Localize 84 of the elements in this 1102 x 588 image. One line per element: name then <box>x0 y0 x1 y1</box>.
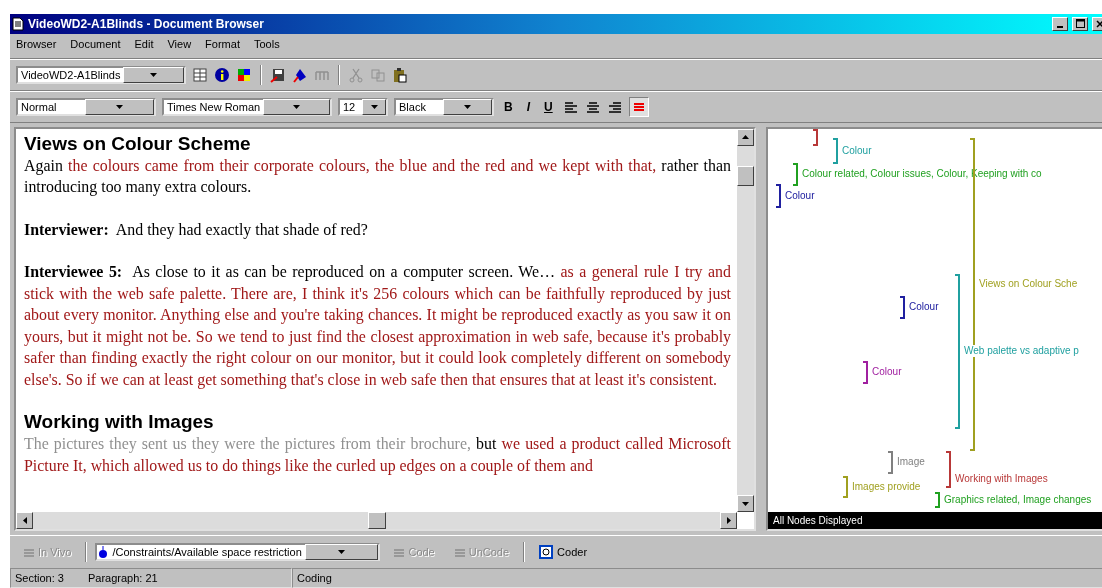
section-heading: Views on Colour Scheme <box>24 132 252 155</box>
stripe-label: Views on Colour Sche <box>979 277 1078 290</box>
paragraph: Interviewer: And they had exactly that shade of red? <box>24 219 369 241</box>
columns-icon[interactable] <box>192 66 208 83</box>
window-title: VideoWD2-A1Blinds - Document Browser <box>28 16 265 31</box>
paragraph: The pictures they sent us they were the pictures from their brochure, but we used a product called Microsoft Picture It, which allowed us to do things like the curled up edges on a couple of them and <box>24 434 731 477</box>
section-heading: Working with Images <box>24 411 215 434</box>
node-icon <box>97 545 110 560</box>
scroll-left-button[interactable] <box>16 512 33 530</box>
menu-item[interactable]: Browser <box>16 37 57 54</box>
dropdown-arrow-icon <box>464 104 471 109</box>
paste-icon[interactable] <box>392 66 408 83</box>
maximize-button[interactable] <box>1072 16 1088 31</box>
format-button[interactable]: U <box>540 98 557 115</box>
document-icon <box>12 16 24 31</box>
section-status: Section: 3 <box>15 572 64 585</box>
scroll-down-button[interactable] <box>737 495 754 513</box>
close-icon <box>1096 19 1102 28</box>
node-select[interactable]: /Constraints/Available space restriction <box>95 543 381 562</box>
menu-item[interactable]: Edit <box>134 37 154 54</box>
menu-item[interactable]: Format <box>205 37 240 54</box>
dropdown-button[interactable] <box>85 98 154 115</box>
horizontal-scrollbar[interactable] <box>16 512 737 530</box>
format-button[interactable]: B <box>500 98 517 115</box>
mode-status: Coding <box>297 572 332 585</box>
stripe-label: Image <box>897 455 925 468</box>
paragraph-status: Paragraph: 21 <box>87 572 158 585</box>
dropdown-button[interactable] <box>263 98 330 115</box>
font-select[interactable]: Times New Roman <box>162 97 332 116</box>
dropdown-button[interactable] <box>362 98 386 115</box>
scroll-thumb[interactable] <box>737 165 754 186</box>
down-arrow-icon <box>742 501 749 506</box>
coder-button[interactable]: Coder <box>533 543 594 562</box>
maximize-icon <box>1075 19 1085 29</box>
dropdown-button[interactable] <box>443 98 492 115</box>
scroll-up-button[interactable] <box>737 128 754 146</box>
stripe-label: Graphics related, Image changes <box>944 493 1092 506</box>
dropdown-arrow-icon <box>293 104 301 109</box>
lines-icon <box>22 546 34 559</box>
menu-item[interactable]: View <box>167 37 192 54</box>
colour-highlight-button[interactable] <box>628 96 649 117</box>
stripe-label: Colour <box>909 300 939 313</box>
stripe-label: Web palette vs adaptive p <box>964 344 1079 357</box>
highlight-lines-icon <box>632 100 645 113</box>
vertical-scrollbar[interactable] <box>737 128 754 513</box>
coding-bracket[interactable] <box>863 360 868 384</box>
dropdown-arrow-icon <box>150 72 158 77</box>
dropdown-button[interactable] <box>123 66 184 83</box>
style-select[interactable]: Normal <box>16 97 156 116</box>
menu-item[interactable]: Tools <box>253 37 280 54</box>
dropdown-arrow-icon <box>370 104 378 109</box>
save-icon[interactable] <box>270 66 286 83</box>
minimize-button[interactable] <box>1052 16 1068 31</box>
stripe-label: Colour <box>785 189 815 202</box>
scroll-right-button[interactable] <box>720 512 737 530</box>
colour-grid-icon[interactable] <box>236 66 252 83</box>
paragraph: Again the colours came from their corporate colours, the blue and the red and we kept with that, rather than introducing too many extra colours. <box>24 155 731 198</box>
colour-select[interactable]: Black <box>394 97 494 116</box>
menu-item[interactable]: Document <box>70 37 121 54</box>
lines-icon <box>452 546 465 559</box>
right-arrow-icon <box>726 517 731 525</box>
nodes-status: All Nodes Displayed <box>768 512 1102 530</box>
stripe-label: Colour <box>872 365 902 378</box>
up-arrow-icon <box>742 135 749 140</box>
coding-bracket[interactable] <box>900 295 905 319</box>
document-select[interactable]: VideoWD2-A1Blinds <box>16 65 186 84</box>
format-button[interactable]: I <box>522 98 534 115</box>
coding-bracket[interactable] <box>813 128 818 146</box>
lines-icon <box>392 546 405 559</box>
size-select[interactable]: 12 <box>338 97 388 116</box>
dropdown-arrow-icon <box>116 104 123 109</box>
coding-bracket[interactable] <box>776 183 781 208</box>
coding-bracket[interactable] <box>946 450 951 488</box>
left-arrow-icon <box>22 517 27 525</box>
dropdown-button[interactable] <box>304 544 379 561</box>
stripe-label: Working with Images <box>955 472 1048 485</box>
paragraph: Interviewee 5: As close to it as can be reproduced on a computer screen. We… as a general rule I try and stick with the web safe palette. There are, I think it's 256 colours which can be faithfully reproduced by just about every monitor. Anything else and you're taking chances. It might be reproduced exactly as you saw it on yours, but it might not be. So we tend to just find the closest approximation in web safe, because it's probably safer than finding exactly the right colour on our monitor, but it could look completely different on somebody else's. So if we can at least get something that's close in web safe then that ensures that at least it's consistent. <box>24 262 731 391</box>
stripe-label: Images provide <box>852 480 921 493</box>
coder-icon <box>539 545 554 560</box>
dropdown-arrow-icon <box>338 550 346 555</box>
scroll-thumb[interactable] <box>367 512 386 530</box>
minimize-icon <box>1057 25 1063 28</box>
stripe-label: Colour <box>842 144 872 157</box>
info-icon[interactable] <box>214 66 230 83</box>
